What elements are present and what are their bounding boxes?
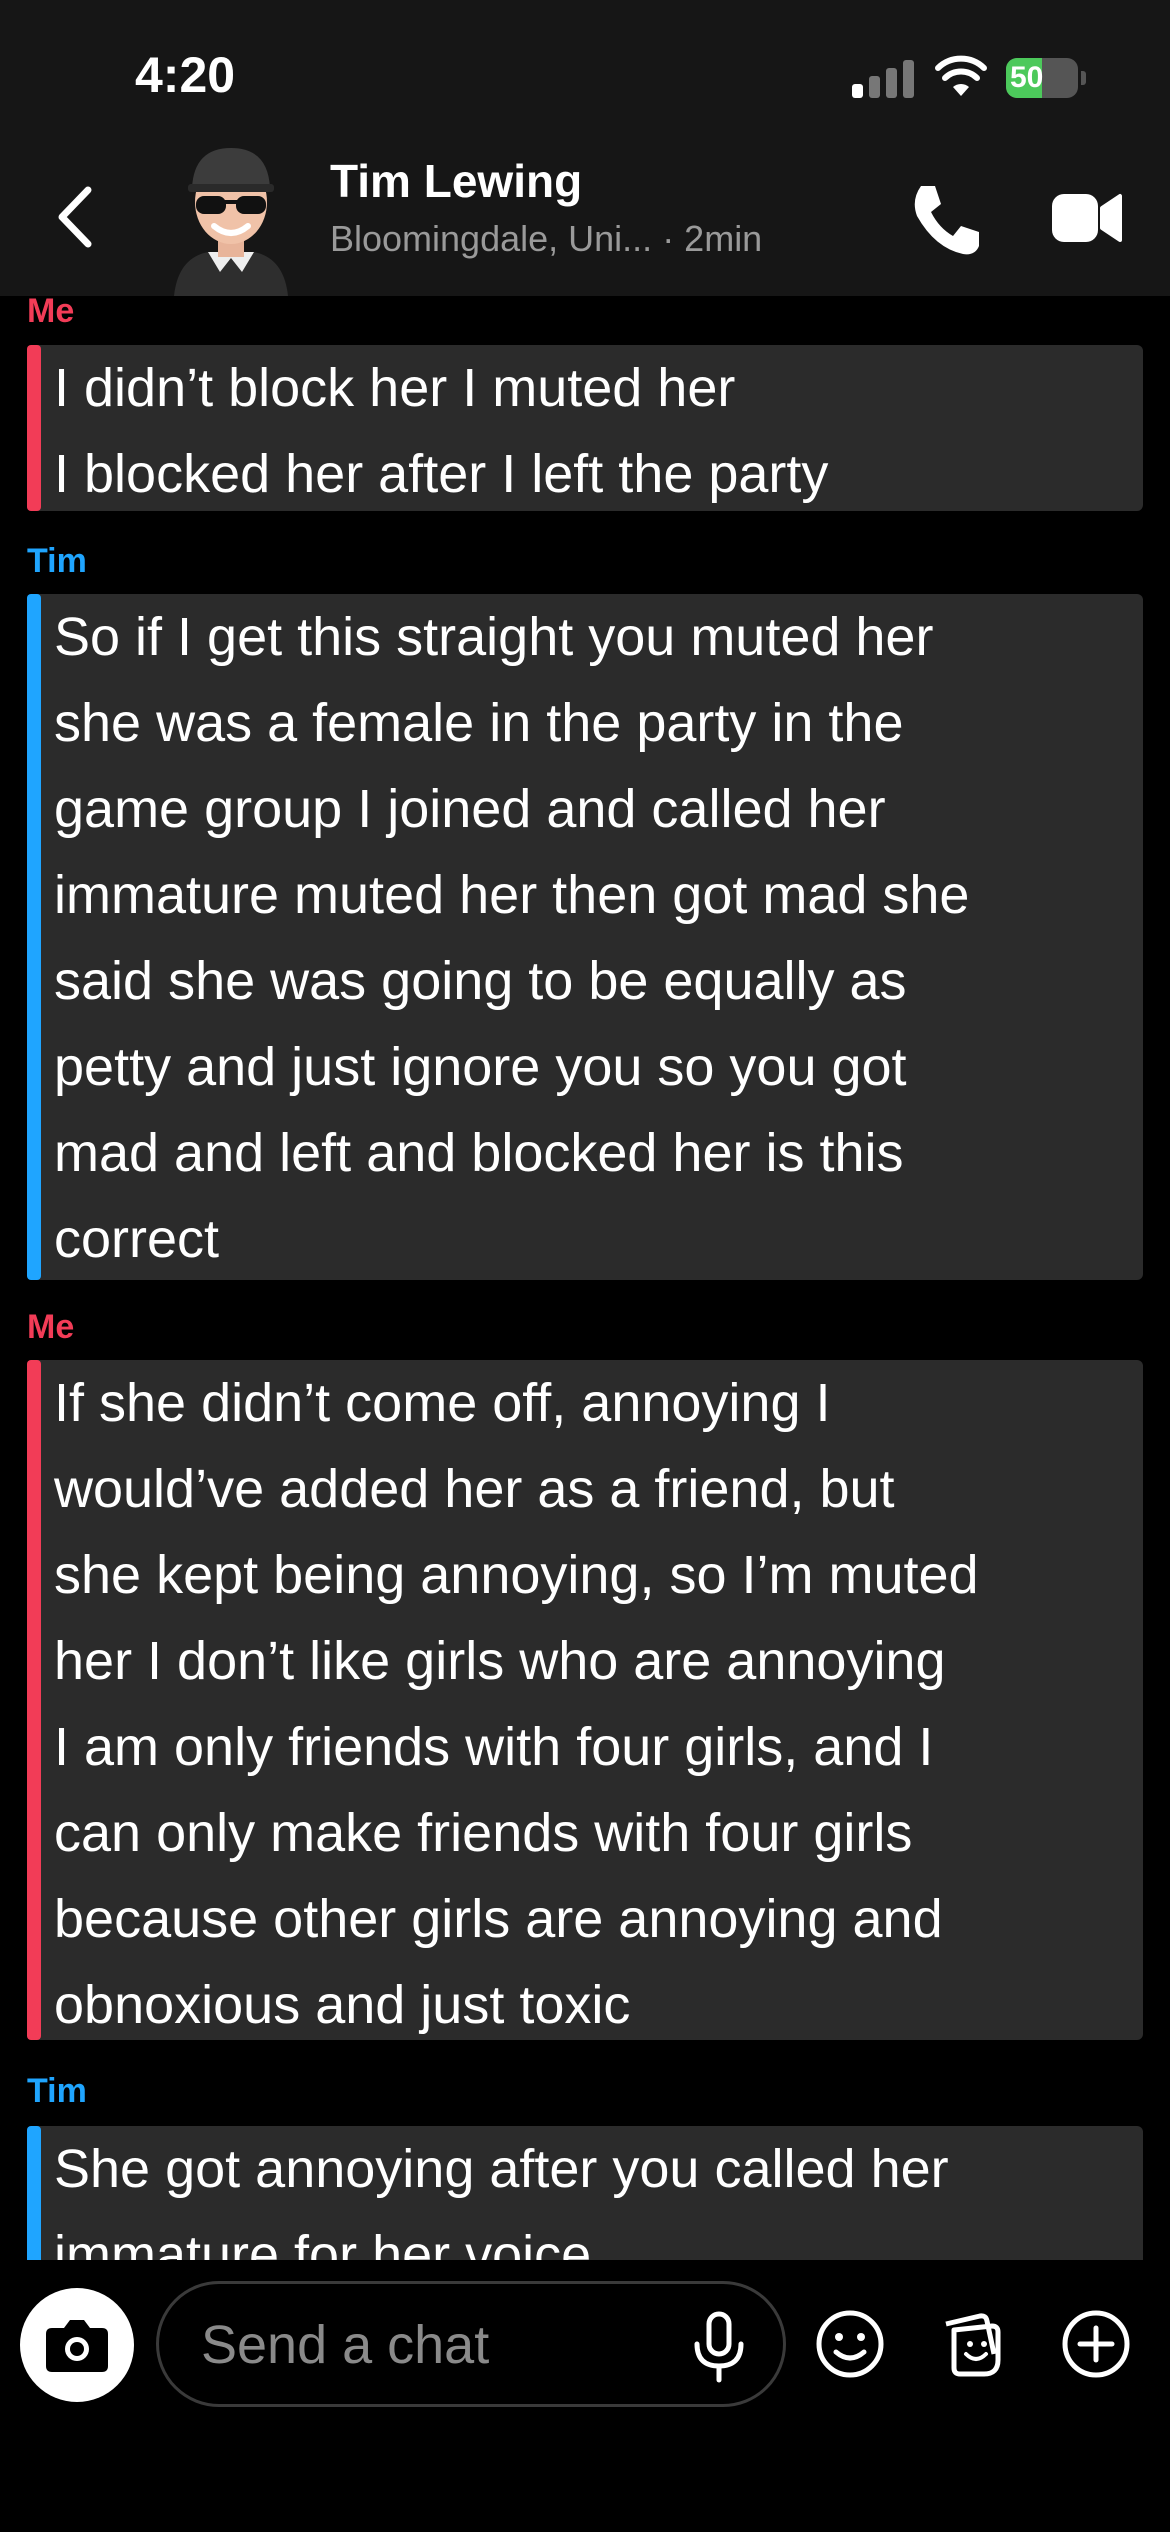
microphone-icon[interactable] — [689, 2310, 749, 2384]
message-list[interactable]: Me I didn’t block her I muted her I bloc… — [0, 296, 1170, 2260]
back-icon[interactable] — [48, 182, 108, 252]
message-text: If she didn’t come off, annoying I would… — [54, 1373, 979, 2035]
status-time: 4:20 — [135, 47, 236, 103]
status-bar: 4:20 50 — [0, 0, 1170, 140]
camera-icon — [46, 2320, 108, 2372]
contact-name[interactable]: Tim Lewing — [330, 154, 582, 208]
plus-icon[interactable] — [1056, 2304, 1136, 2384]
chat-header: Tim Lewing Bloomingdale, Uni... · 2min — [0, 140, 1170, 298]
camera-button[interactable] — [20, 2288, 134, 2402]
sender-label: Me — [27, 1308, 75, 1346]
battery-percent: 50 — [1010, 61, 1044, 94]
last-seen: · 2min — [662, 218, 763, 259]
chat-input[interactable] — [199, 2308, 623, 2382]
signal-icon — [852, 58, 916, 98]
contact-subtitle: Bloomingdale, Uni... · 2min — [330, 218, 762, 260]
phone-icon[interactable] — [905, 180, 985, 260]
sender-label: Me — [27, 296, 75, 330]
emoji-icon[interactable] — [810, 2304, 890, 2384]
sender-label: Tim — [27, 2072, 87, 2110]
message-bubble[interactable]: If she didn’t come off, annoying I would… — [27, 1360, 1143, 2040]
composer-bar — [0, 2260, 1170, 2532]
message-text: She got annoying after you called her im… — [54, 2139, 949, 2260]
contact-location: Bloomingdale, Uni... — [330, 218, 653, 259]
message-bubble[interactable]: So if I get this straight you muted her … — [27, 594, 1143, 1280]
sticker-icon[interactable] — [932, 2304, 1012, 2384]
chat-input-container — [156, 2281, 786, 2407]
message-text: So if I get this straight you muted her … — [54, 607, 970, 1269]
video-icon[interactable] — [1050, 186, 1122, 250]
avatar[interactable] — [168, 140, 294, 296]
message-bubble[interactable]: I didn’t block her I muted her I blocked… — [27, 345, 1143, 511]
message-bubble[interactable]: She got annoying after you called her im… — [27, 2126, 1143, 2260]
battery-icon: 50 — [1006, 58, 1086, 98]
wifi-icon — [935, 55, 987, 96]
sender-label: Tim — [27, 542, 87, 580]
message-text: I didn’t block her I muted her I blocked… — [54, 358, 829, 504]
